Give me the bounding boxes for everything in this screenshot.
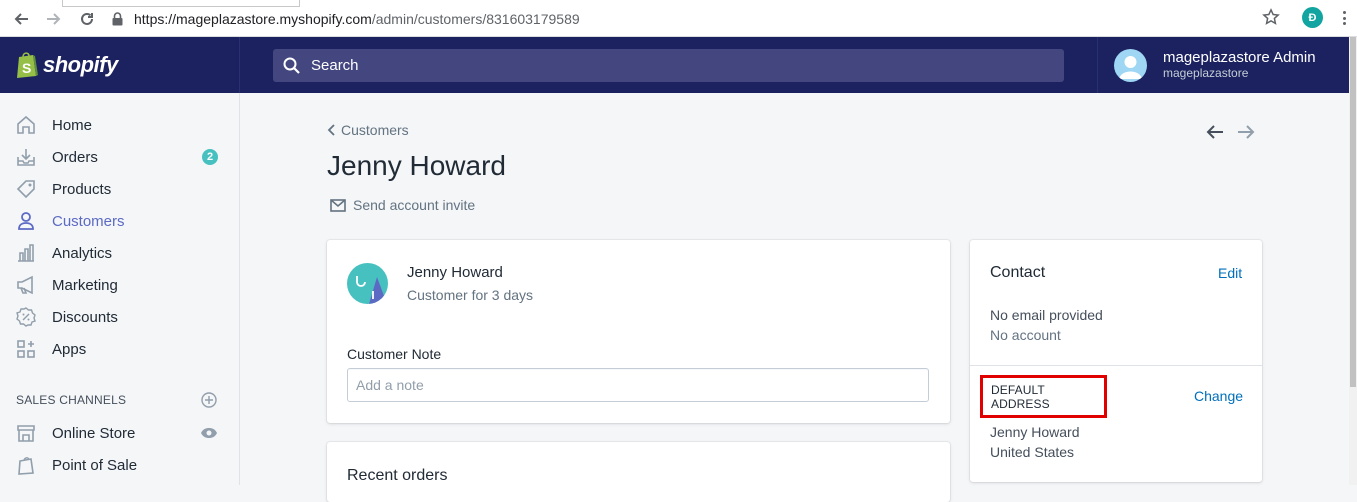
change-address-link[interactable]: Change	[1194, 388, 1243, 404]
contact-card: Contact Edit No email provided No accoun…	[970, 240, 1262, 482]
apps-icon	[16, 339, 36, 359]
divider	[970, 365, 1262, 366]
bookmark-star-icon[interactable]	[1262, 8, 1282, 28]
contact-account-status: No account	[990, 327, 1061, 343]
browser-profile-avatar[interactable]: Đ	[1302, 7, 1323, 28]
reload-icon[interactable]	[76, 8, 98, 30]
breadcrumb-label: Customers	[341, 122, 409, 138]
search-bar[interactable]: Search	[273, 49, 1064, 82]
discount-icon	[16, 307, 36, 327]
contact-title: Contact	[990, 264, 1046, 281]
add-sales-channel-icon[interactable]	[201, 392, 217, 408]
sidebar-item-point-of-sale[interactable]: Point of Sale	[0, 449, 239, 481]
pos-icon	[16, 455, 36, 475]
account-menu[interactable]: mageplazastore Admin mageplazastore	[1097, 37, 1357, 93]
sidebar-item-label: Products	[52, 180, 112, 198]
search-placeholder: Search	[311, 57, 359, 74]
invite-label: Send account invite	[353, 197, 476, 213]
person-icon	[16, 211, 36, 231]
url-path: /admin/customers/831603179589	[371, 10, 580, 27]
sidebar-item-customers[interactable]: Customers	[0, 205, 239, 237]
scrollbar-thumb[interactable]	[1350, 37, 1356, 387]
previous-customer-arrow-icon[interactable]	[1205, 122, 1225, 142]
edit-contact-link[interactable]: Edit	[1218, 265, 1242, 281]
account-name: mageplazastore Admin	[1163, 49, 1316, 67]
view-store-eye-icon[interactable]	[200, 427, 218, 439]
home-icon	[16, 115, 36, 135]
lock-icon	[112, 11, 126, 26]
chevron-left-icon	[327, 124, 335, 136]
address-country: United States	[990, 444, 1075, 460]
next-customer-arrow-icon[interactable]	[1236, 122, 1256, 142]
megaphone-icon	[16, 275, 36, 295]
url-host: https://mageplazastore.myshopify.com	[134, 10, 372, 27]
customer-note-label: Customer Note	[347, 346, 442, 362]
page-scrollbar[interactable]	[1349, 37, 1357, 485]
forward-arrow-icon[interactable]	[43, 8, 65, 30]
sidebar-item-label: Customers	[52, 212, 125, 230]
breadcrumb[interactable]: Customers	[327, 122, 409, 138]
sidebar-item-label: Orders	[52, 148, 98, 166]
bar-chart-icon	[16, 243, 36, 263]
orders-icon	[16, 147, 36, 167]
recent-orders-title: Recent orders	[347, 467, 448, 484]
customer-overview-card: Jenny Howard Customer for 3 days Custome…	[327, 240, 950, 423]
sales-channels-heading: SALES CHANNELS	[16, 393, 127, 407]
search-icon	[283, 57, 300, 74]
sidebar-item-label: Home	[52, 116, 93, 134]
envelope-icon	[330, 198, 346, 212]
sidebar-item-discounts[interactable]: Discounts	[0, 301, 239, 333]
account-store: mageplazastore	[1163, 65, 1249, 80]
customer-name: Jenny Howard	[407, 264, 503, 281]
default-address-heading: DEFAULT ADDRESS	[980, 375, 1107, 418]
shopify-logo[interactable]: S shopify	[0, 37, 240, 93]
recent-orders-card: Recent orders	[327, 442, 950, 502]
tag-icon	[16, 179, 36, 199]
sidebar-item-apps[interactable]: Apps	[0, 333, 239, 365]
customer-note-input[interactable]	[347, 368, 929, 402]
sidebar-item-label: Point of Sale	[52, 456, 138, 474]
svg-text:S: S	[22, 60, 31, 76]
default-address-label: DEFAULT ADDRESS	[991, 382, 1050, 411]
browser-menu-icon[interactable]	[1338, 8, 1350, 28]
sidebar-item-label: Marketing	[52, 276, 118, 294]
customer-since: Customer for 3 days	[407, 287, 534, 303]
send-account-invite-button[interactable]: Send account invite	[330, 197, 475, 213]
sidebar-item-analytics[interactable]: Analytics	[0, 237, 239, 269]
back-arrow-icon[interactable]	[10, 8, 32, 30]
browser-toolbar: https://mageplazastore.myshopify.com/adm…	[0, 0, 1357, 37]
sidebar-item-label: Online Store	[52, 424, 136, 442]
sidebar-item-orders[interactable]: Orders 2	[0, 141, 239, 173]
sidebar-item-home[interactable]: Home	[0, 109, 239, 141]
sidebar-item-online-store[interactable]: Online Store	[0, 417, 239, 449]
address-bar[interactable]: https://mageplazastore.myshopify.com/adm…	[112, 6, 1292, 31]
shopify-bag-icon: S	[17, 52, 38, 78]
sidebar-item-label: Apps	[52, 340, 87, 358]
address-name: Jenny Howard	[990, 424, 1080, 440]
admin-topbar: S shopify Search mageplazastore Admin ma…	[0, 37, 1357, 93]
orders-count-badge: 2	[202, 149, 218, 165]
page-title: Jenny Howard	[327, 150, 506, 181]
contact-email: No email provided	[990, 307, 1103, 323]
sidebar-item-label: Discounts	[52, 308, 118, 326]
sidebar-item-products[interactable]: Products	[0, 173, 239, 205]
sidebar-item-label: Analytics	[52, 244, 113, 262]
avatar	[1114, 48, 1147, 82]
logo-wordmark: shopify	[43, 52, 118, 77]
sidebar-item-marketing[interactable]: Marketing	[0, 269, 239, 301]
customer-avatar	[347, 263, 388, 304]
store-icon	[16, 423, 36, 443]
sidebar: Home Orders 2 Products Customers Analyti…	[0, 93, 240, 485]
